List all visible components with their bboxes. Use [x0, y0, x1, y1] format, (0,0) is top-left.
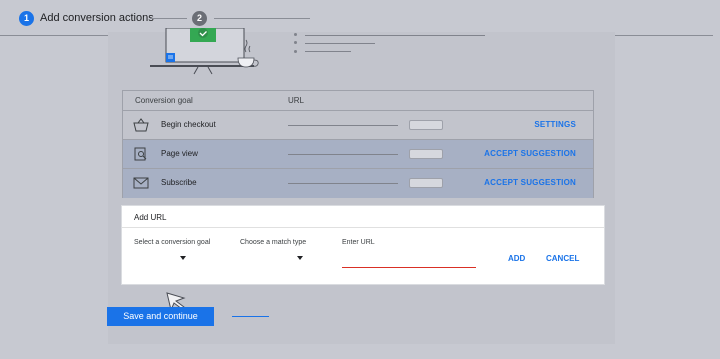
add-url-panel: Add URL Select a conversion goal Choose …: [121, 205, 605, 285]
url-chip: [409, 178, 443, 188]
table-row: Begin checkout SETTINGS: [123, 111, 593, 140]
row-label: Page view: [161, 149, 198, 158]
add-button[interactable]: ADD: [508, 254, 525, 263]
row-label: Begin checkout: [161, 120, 216, 129]
step-2-label-placeholder: [214, 18, 310, 19]
url-placeholder-line: [288, 183, 398, 184]
step-1-label: Add conversion actions: [40, 12, 154, 24]
url-placeholder-line: [288, 125, 398, 126]
stepper: 1 Add conversion actions 2: [0, 0, 713, 36]
url-chip: [409, 149, 443, 159]
match-type-label: Choose a match type: [240, 239, 307, 246]
table-row: Subscribe ACCEPT SUGGESTION: [123, 169, 593, 198]
envelope-icon: [133, 176, 149, 190]
url-input-underline: [342, 267, 476, 268]
page-search-icon: [133, 147, 149, 161]
table-row: Page view ACCEPT SUGGESTION: [123, 140, 593, 169]
step-2-number: 2: [192, 11, 207, 26]
cancel-button[interactable]: CANCEL: [546, 254, 579, 263]
step-1-number: 1: [19, 11, 34, 26]
column-header-url: URL: [288, 96, 305, 105]
goal-select-label: Select a conversion goal: [134, 239, 211, 246]
url-chip: [409, 120, 443, 130]
url-placeholder-line: [288, 154, 398, 155]
settings-button[interactable]: SETTINGS: [534, 120, 576, 129]
monitor-illustration: [150, 27, 275, 76]
basket-icon: [133, 118, 149, 132]
match-type-dropdown[interactable]: [297, 256, 303, 260]
table-header: Conversion goal URL: [123, 91, 593, 111]
url-input[interactable]: [342, 250, 488, 268]
conversion-goals-table: Conversion goal URL Begin checkout SETTI…: [122, 90, 594, 198]
row-label: Subscribe: [161, 178, 197, 187]
url-input-label: Enter URL: [342, 239, 375, 246]
monitor-icon: [150, 27, 259, 75]
column-header-goal: Conversion goal: [135, 96, 193, 105]
panel-title: Add URL: [122, 206, 604, 228]
goal-select-dropdown[interactable]: [180, 256, 186, 260]
accept-suggestion-button[interactable]: ACCEPT SUGGESTION: [484, 149, 576, 158]
save-and-continue-button[interactable]: Save and continue: [107, 307, 214, 326]
accept-suggestion-button[interactable]: ACCEPT SUGGESTION: [484, 178, 576, 187]
secondary-link[interactable]: [232, 316, 269, 317]
step-connector: [150, 18, 187, 19]
